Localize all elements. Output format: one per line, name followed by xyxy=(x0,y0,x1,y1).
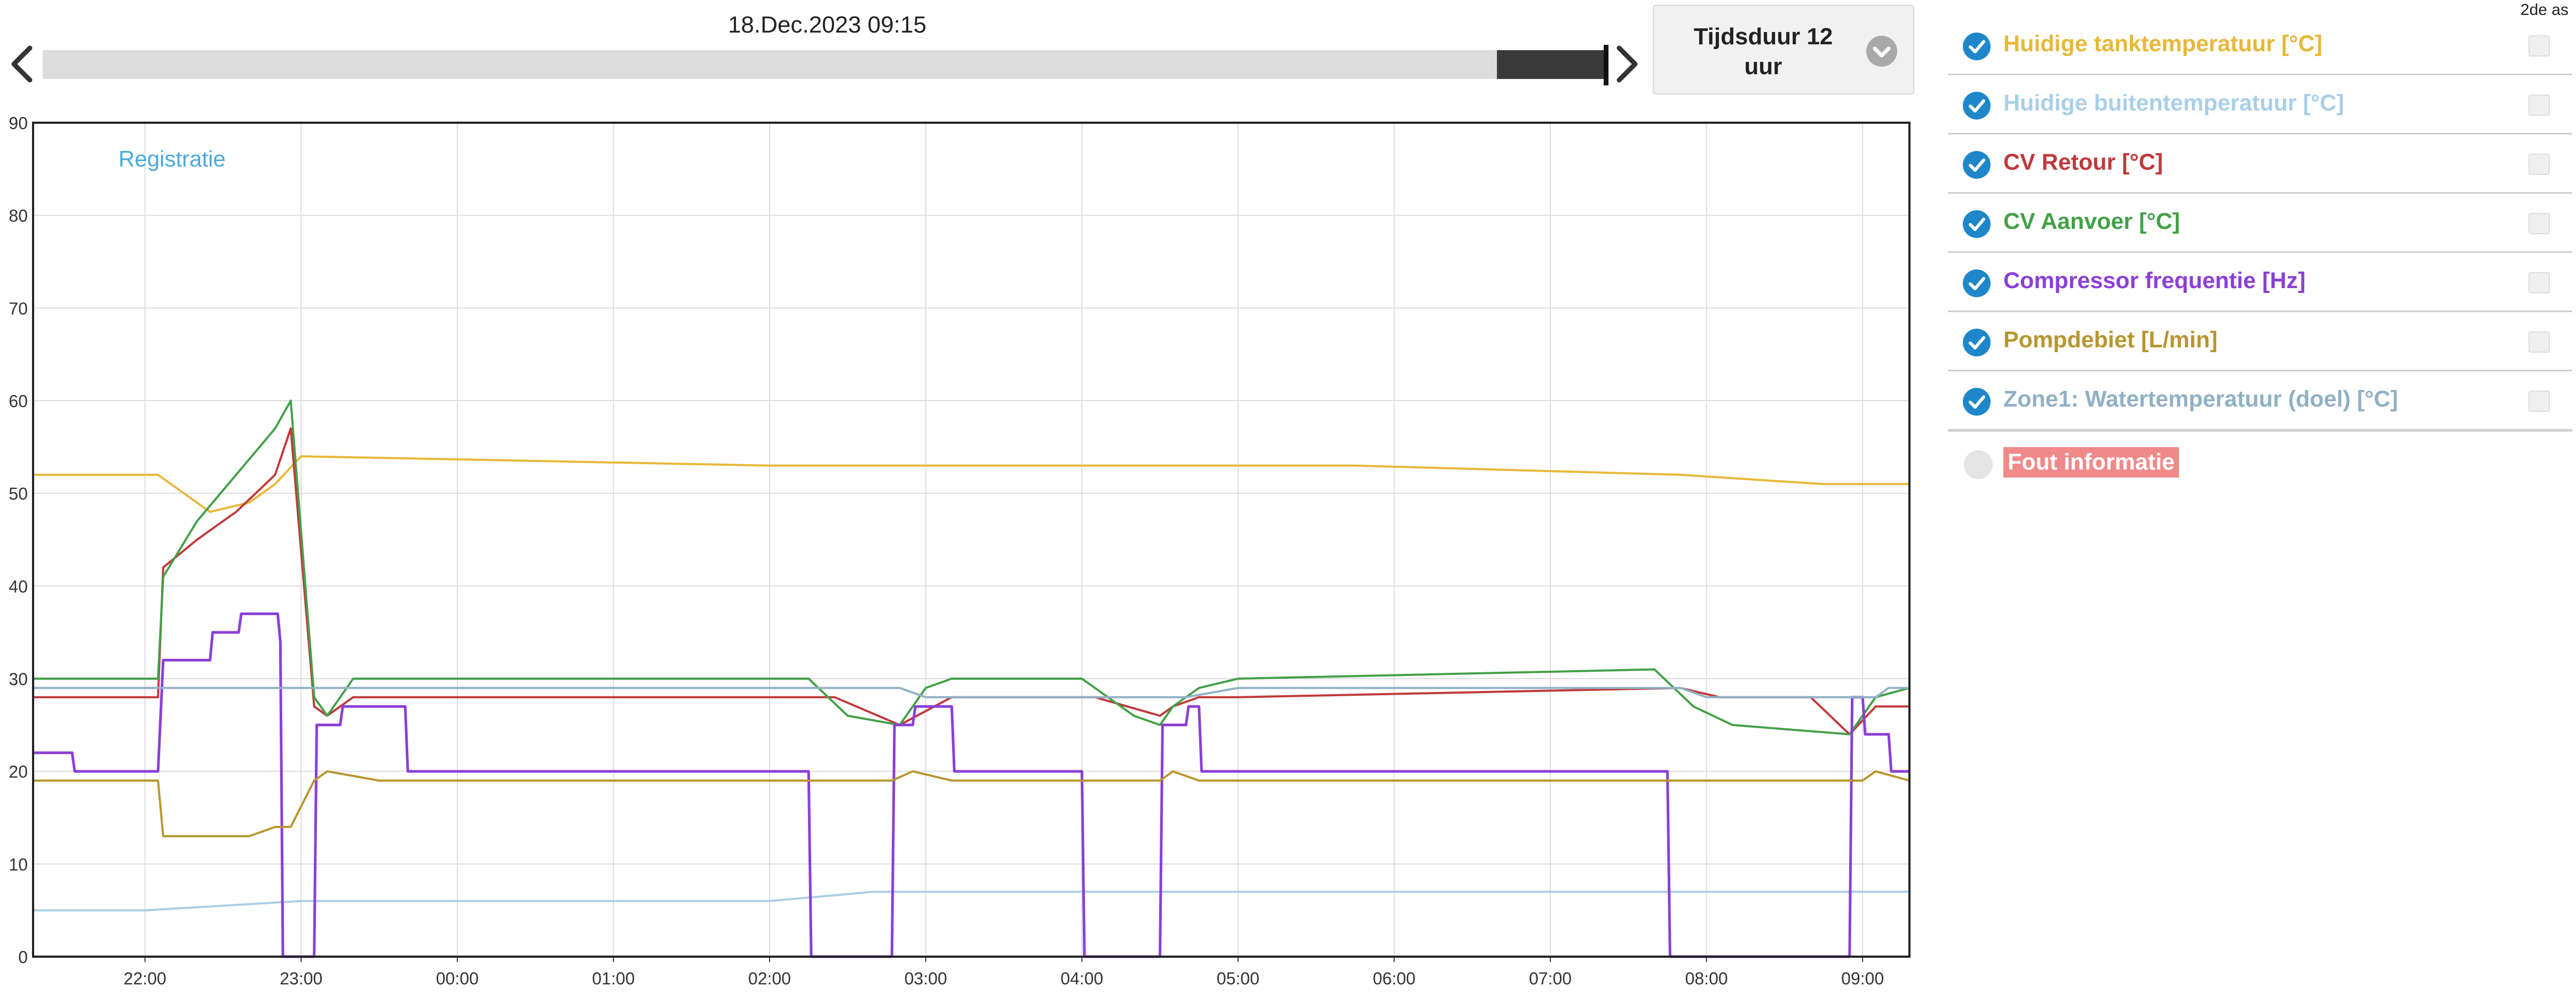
checkmark-icon[interactable] xyxy=(1963,388,1991,416)
registratie-annotation[interactable]: Registratie xyxy=(118,146,226,171)
chevron-down-icon xyxy=(1866,36,1897,67)
y-tick-label: 40 xyxy=(9,577,28,596)
legend-item-label: Compressor frequentie [Hz] xyxy=(2003,268,2306,293)
x-tick-label: 22:00 xyxy=(124,969,167,988)
y-tick-label: 60 xyxy=(9,392,28,411)
x-tick-label: 23:00 xyxy=(280,969,322,988)
second-axis-checkbox[interactable] xyxy=(2529,391,2550,412)
checkmark-icon[interactable] xyxy=(1963,151,1991,179)
y-tick-label: 50 xyxy=(9,484,28,504)
legend-panel: 2de as Huidige tanktemperatuur [°C] Huidi… xyxy=(1948,0,2576,512)
y-tick-label: 70 xyxy=(9,299,28,318)
checkmark-icon[interactable] xyxy=(1963,329,1991,356)
legend-item-label: Huidige buitentemperatuur [°C] xyxy=(2003,90,2344,116)
x-tick-label: 03:00 xyxy=(905,969,947,988)
y-tick-label: 10 xyxy=(9,855,28,874)
x-tick-label: 06:00 xyxy=(1373,969,1415,988)
legend-item[interactable]: Pompdebiet [L/min] xyxy=(1948,312,2572,371)
legend-item-label: Huidige tanktemperatuur [°C] xyxy=(2003,31,2323,57)
checkmark-icon[interactable] xyxy=(1963,33,1991,60)
duration-value: Tijdsduur 12 uur xyxy=(1693,23,1833,79)
second-axis-checkbox[interactable] xyxy=(2529,213,2550,234)
legend-item[interactable]: Zone1: Watertemperatuur (doel) [°C] xyxy=(1948,371,2572,431)
y-tick-label: 80 xyxy=(9,206,28,226)
next-period-button[interactable] xyxy=(1612,37,1644,91)
duration-dropdown[interactable]: Tijdsduur 12 uur xyxy=(1653,5,1914,94)
x-tick-label: 02:00 xyxy=(748,969,791,988)
x-tick-label: 01:00 xyxy=(592,969,635,988)
second-axis-checkbox[interactable] xyxy=(2529,35,2550,57)
x-tick-label: 00:00 xyxy=(436,969,479,988)
y-tick-label: 20 xyxy=(9,762,28,782)
timeline-slider-track[interactable] xyxy=(43,50,1606,79)
chevron-right-icon xyxy=(1616,45,1638,83)
previous-period-button[interactable] xyxy=(5,37,37,91)
chart-axes: 0 10 20 30 40 50 60 70 80 90 22:00 23:00 00:00 01:00 0… xyxy=(9,114,1911,988)
x-tick-label: 07:00 xyxy=(1529,969,1572,988)
y-tick-label: 90 xyxy=(9,114,28,133)
x-tick-label: 05:00 xyxy=(1217,969,1259,988)
x-tick-label: 09:00 xyxy=(1841,969,1884,988)
error-toggle[interactable] xyxy=(1964,450,1993,479)
current-timestamp: 18.Dec.2023 09:15 xyxy=(728,12,926,38)
timeline-slider-window[interactable] xyxy=(1497,50,1604,79)
legend-item-label: Pompdebiet [L/min] xyxy=(2003,327,2218,353)
legend-item-label: CV Retour [°C] xyxy=(2003,149,2163,175)
second-axis-checkbox[interactable] xyxy=(2529,94,2550,116)
checkmark-icon[interactable] xyxy=(1963,92,1991,120)
legend-divider xyxy=(1948,430,2572,435)
second-axis-checkbox[interactable] xyxy=(2529,272,2550,293)
x-tick-label: 04:00 xyxy=(1060,969,1103,988)
series-line xyxy=(33,455,1909,513)
y-tick-label: 30 xyxy=(9,670,28,689)
legend-item-label: Zone1: Watertemperatuur (doel) [°C] xyxy=(2003,386,2398,412)
second-axis-checkbox[interactable] xyxy=(2529,154,2550,175)
series-line xyxy=(33,612,1909,958)
legend-item-label: CV Aanvoer [°C] xyxy=(2003,209,2180,234)
legend-item[interactable]: CV Retour [°C] xyxy=(1948,134,2572,194)
legend-item[interactable]: Huidige tanktemperatuur [°C] xyxy=(1948,16,2572,75)
second-axis-checkbox[interactable] xyxy=(2529,331,2550,353)
legend-item[interactable]: CV Aanvoer [°C] xyxy=(1948,194,2572,253)
error-info-label: Fout informatie xyxy=(2003,447,2179,478)
timeline-slider-handle[interactable] xyxy=(1604,45,1608,85)
y-tick-label: 0 xyxy=(18,948,28,967)
legend-item[interactable]: Compressor frequentie [Hz] xyxy=(1948,253,2572,312)
chevron-left-icon xyxy=(11,45,33,83)
series-line xyxy=(33,400,1910,736)
checkmark-icon[interactable] xyxy=(1963,269,1991,297)
x-tick-label: 08:00 xyxy=(1685,969,1728,988)
legend-item[interactable]: Huidige buitentemperatuur [°C] xyxy=(1948,75,2572,134)
checkmark-icon[interactable] xyxy=(1963,210,1991,238)
line-chart: 0 10 20 30 40 50 60 70 80 90 22:00 23:00 00:00 01:00 0… xyxy=(9,114,1911,988)
